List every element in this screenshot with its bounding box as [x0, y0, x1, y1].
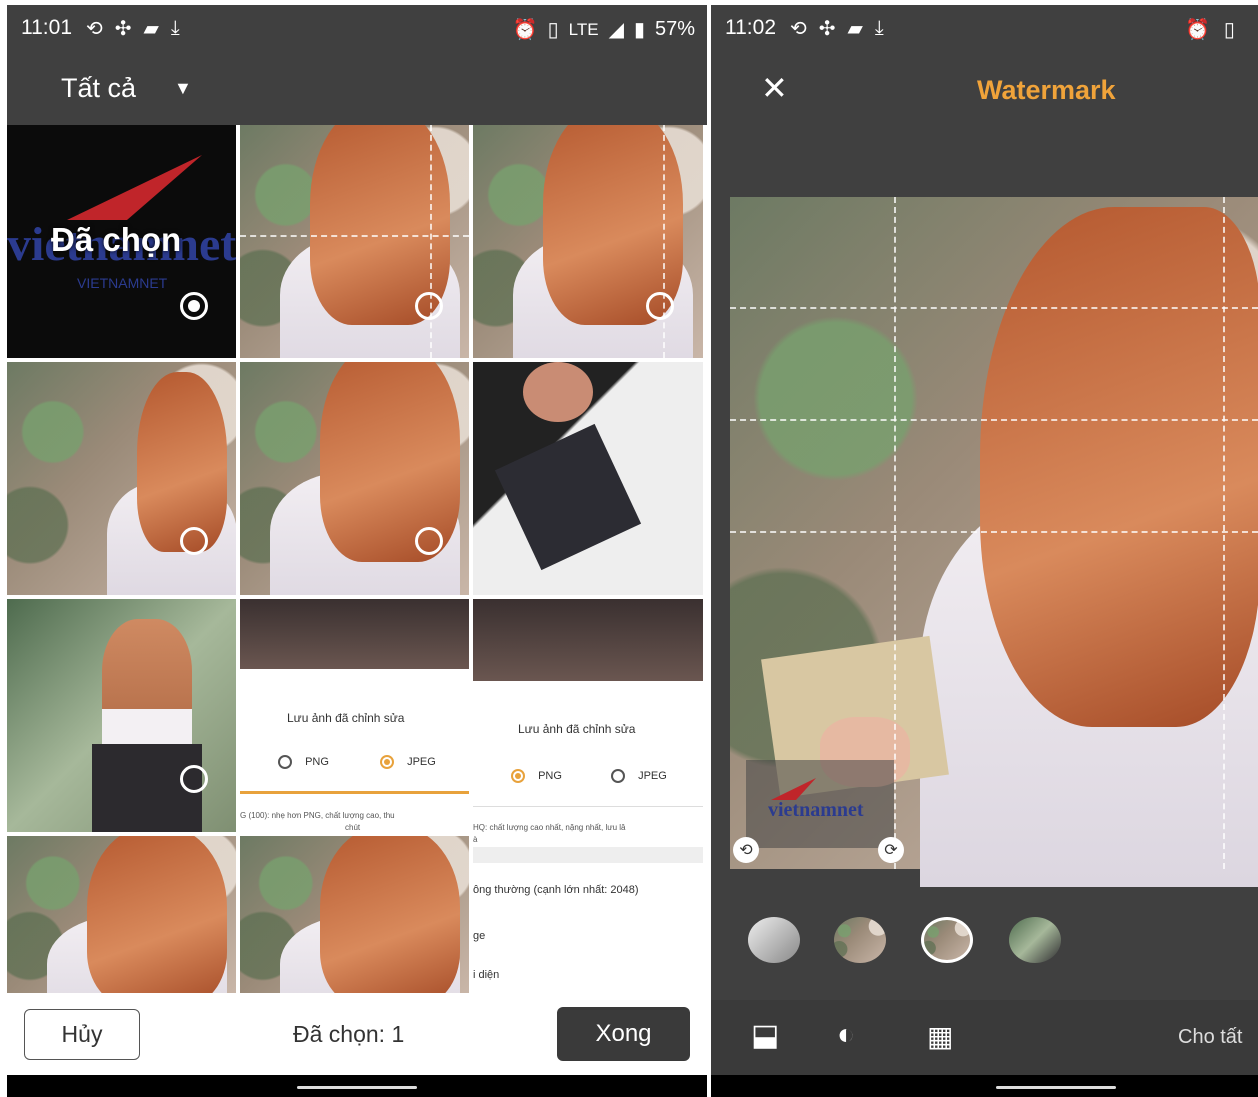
left-phone-screen: 11:01 ⟲ ✣ ▰ ⤓ ⏰ ▯ LTE ◢ ▮ 57% Tất cả ▼ v… [7, 5, 707, 1075]
dialog-note: HQ: chất lượng cao nhất, nặng nhất, lưu … [473, 823, 626, 832]
status-time: 11:01 [21, 16, 72, 39]
grid-icon[interactable]: ▦ [927, 1020, 953, 1053]
album-title: Tất cả [61, 72, 137, 103]
battery-level: 57% [654, 18, 695, 40]
apply-all-button[interactable]: Cho tất [1178, 1026, 1242, 1049]
dialog-note-2: à [473, 835, 478, 844]
rotate-left-handle-icon[interactable]: ⟲ [733, 837, 759, 863]
stamp-icon[interactable]: ⬓ [751, 1018, 779, 1053]
rotate-right-handle-icon[interactable]: ⟳ [878, 837, 904, 863]
nav-bar [7, 1075, 707, 1097]
radio-jpeg[interactable] [380, 755, 394, 769]
selection-radio[interactable] [415, 527, 443, 555]
image-thumbnail[interactable] [834, 917, 886, 963]
nav-bar [711, 1075, 1258, 1097]
signal-sync-icon: ⟲ [86, 17, 103, 40]
game-icon: ▰ [143, 17, 159, 40]
status-bar: 11:01 ⟲ ✣ ▰ ⤓ ⏰ ▯ LTE ◢ ▮ 57% [7, 5, 707, 51]
network-type: LTE [568, 19, 599, 39]
signal-sync-icon: ⟲ [790, 17, 807, 40]
photo-tile[interactable] [240, 836, 469, 993]
save-dialog-screenshot: Lưu ảnh đã chỉnh sửa PNG JPEG G (100): n… [240, 599, 469, 832]
album-selector[interactable]: Tất cả ▼ [61, 65, 192, 111]
alarm-icon: ⏰ [1185, 19, 1210, 41]
edit-toolbar: ⬓ ◐ ▦ Cho tất [711, 1000, 1258, 1075]
dialog-note: G (100): nhẹ hơn PNG, chất lượng cao, th… [240, 811, 395, 820]
done-button[interactable]: Xong [557, 1007, 690, 1061]
screen-title: Watermark [977, 75, 1116, 105]
watermark-box[interactable]: vietnamnet [746, 760, 894, 848]
alarm-icon: ⏰ [512, 19, 538, 41]
download-done-icon: ⤓ [874, 16, 884, 39]
battery-icon: ▮ [633, 19, 645, 41]
format-option-png[interactable]: PNG [278, 755, 329, 769]
vibrate-icon: ▯ [547, 19, 559, 41]
bottom-action-bar: Hủy Đã chọn: 1 Xong [7, 993, 707, 1075]
selection-radio[interactable] [180, 527, 208, 555]
size-option[interactable]: ge [473, 930, 485, 942]
dialog-title: Lưu ảnh đã chỉnh sửa [518, 722, 636, 736]
game-icon: ▰ [847, 17, 863, 40]
close-icon[interactable]: ✕ [761, 69, 788, 107]
dialog-note-2: chút [345, 823, 361, 832]
selection-radio[interactable] [415, 292, 443, 320]
image-thumbnail[interactable] [1009, 917, 1061, 963]
status-bar: 11:02 ⟲ ✣ ▰ ⤓ ⏰ ▯ [711, 5, 1258, 51]
selection-radio-checked[interactable] [180, 292, 208, 320]
photo-tile-selected[interactable]: vietnamnet VIETNAMNET Đã chọn [7, 125, 236, 358]
pinwheel-icon: ✣ [818, 17, 836, 40]
vibrate-icon: ▯ [1223, 19, 1235, 41]
selection-radio[interactable] [180, 765, 208, 793]
format-option-png[interactable]: PNG [511, 769, 562, 783]
pinwheel-icon: ✣ [114, 17, 132, 40]
photo-tile[interactable] [473, 125, 703, 358]
radio-png[interactable] [511, 769, 525, 783]
photo-tile[interactable] [240, 125, 469, 358]
photo-grid: vietnamnet VIETNAMNET Đã chọn Lưu ảnh đã… [7, 125, 707, 993]
dropdown-arrow-icon: ▼ [174, 77, 192, 98]
radio-jpeg[interactable] [611, 769, 625, 783]
logo-text-small: VIETNAMNET [77, 275, 168, 291]
cancel-button[interactable]: Hủy [24, 1009, 140, 1060]
size-option[interactable]: i diện [473, 969, 499, 981]
download-done-icon: ⤓ [170, 16, 180, 39]
dialog-title: Lưu ảnh đã chỉnh sửa [287, 711, 405, 725]
status-time: 11:02 [725, 16, 776, 39]
vietnamnet-watermark: vietnamnet [768, 778, 864, 821]
selected-overlay-label: Đã chọn [51, 221, 182, 258]
photo-tile[interactable] [7, 599, 236, 832]
format-option-jpeg[interactable]: JPEG [611, 769, 667, 783]
save-dialog-screenshot-2: Lưu ảnh đã chỉnh sửa PNG JPEG HQ: chất l… [473, 599, 703, 993]
home-indicator[interactable] [996, 1086, 1116, 1089]
size-option[interactable]: ông thường (cạnh lớn nhất: 2048) [473, 884, 639, 896]
photo-tile[interactable] [240, 362, 469, 595]
image-thumbnail-selected[interactable] [921, 917, 973, 963]
radio-png[interactable] [278, 755, 292, 769]
svg-text:vietnamnet: vietnamnet [768, 799, 864, 821]
selection-radio[interactable] [646, 292, 674, 320]
signal-icon: ◢ [608, 19, 624, 41]
photo-tile[interactable] [473, 362, 703, 595]
format-option-jpeg[interactable]: JPEG [380, 755, 436, 769]
photo-tile[interactable] [7, 836, 236, 993]
photo-tile[interactable] [7, 362, 236, 595]
image-thumbnail[interactable] [748, 917, 800, 963]
contrast-icon[interactable]: ◐ [837, 1018, 855, 1052]
right-phone-screen: 11:02 ⟲ ✣ ▰ ⤓ ⏰ ▯ ✕ Watermark vietnamnet… [711, 5, 1258, 1075]
watermark-canvas[interactable]: vietnamnet ⟲ ⟳ [730, 197, 1258, 887]
home-indicator[interactable] [297, 1086, 417, 1089]
selected-count: Đã chọn: 1 [293, 1021, 405, 1047]
